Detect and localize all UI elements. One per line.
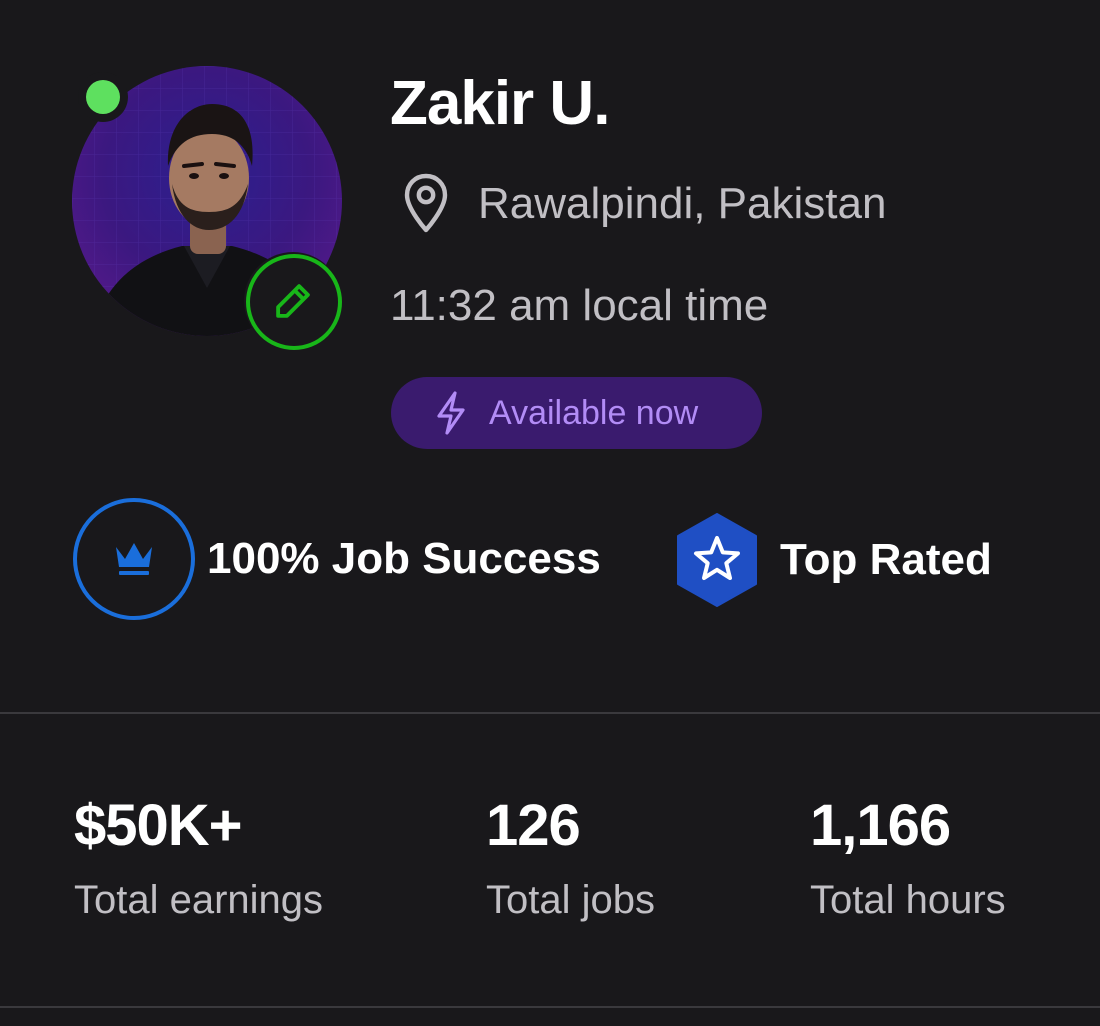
location-pin-icon [404,173,448,233]
availability-badge[interactable]: Available now [391,377,762,449]
local-time: 11:32 am local time [390,281,769,330]
stat-total-jobs: 126 Total jobs [486,790,655,926]
freelancer-name: Zakir U. [390,69,610,138]
stat-total-hours: 1,166 Total hours [810,790,1006,926]
top-rated-badge[interactable]: Top Rated [674,512,992,608]
stat-label: Total hours [810,878,1006,922]
availability-label: Available now [489,393,699,432]
lightning-icon [437,391,465,435]
location-text: Rawalpindi, Pakistan [478,179,887,228]
edit-photo-button[interactable] [244,252,342,350]
stat-total-earnings: $50K+ Total earnings [74,790,323,926]
stat-value: $50K+ [74,793,243,858]
stat-label: Total earnings [74,878,324,922]
pencil-icon [276,284,310,318]
section-divider [0,1006,1100,1008]
star-hexagon-icon [677,513,757,607]
stat-label: Total jobs [486,878,655,922]
stat-value: 126 [486,793,581,858]
section-divider [0,712,1100,714]
online-status-dot [78,72,128,122]
avatar-container [72,66,342,350]
crown-icon [116,543,152,575]
job-success-circle [73,498,195,620]
job-success-badge[interactable]: 100% Job Success [73,498,601,620]
job-success-label: 100% Job Success [207,534,601,583]
top-rated-label: Top Rated [780,535,992,584]
stat-value: 1,166 [810,793,951,858]
profile-header: Zakir U. Rawalpindi, Pakistan 11:32 am l… [0,0,1100,712]
location-row: Rawalpindi, Pakistan [402,172,886,236]
